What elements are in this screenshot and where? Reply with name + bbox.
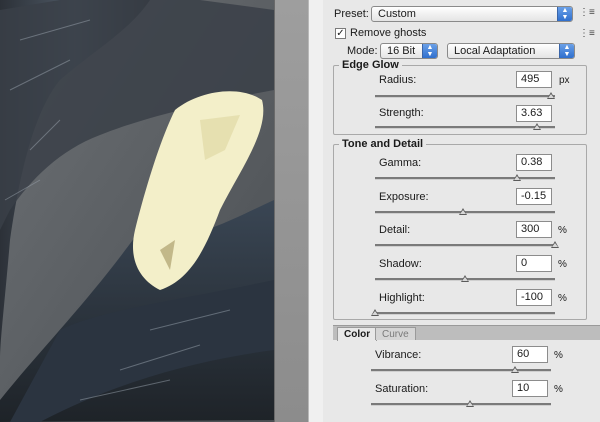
strength-input[interactable]: 3.63 [516, 105, 552, 122]
radius-slider[interactable] [375, 92, 556, 99]
exposure-input[interactable]: -0.15 [516, 188, 552, 205]
exposure-slider-thumb[interactable] [459, 208, 468, 215]
vibrance-slider[interactable] [371, 366, 551, 373]
strength-slider-thumb[interactable] [533, 123, 541, 130]
bit-depth-value: 16 Bit [387, 45, 416, 57]
options-menu-icon[interactable]: ⋮≡ [579, 28, 595, 39]
chevron-updown-icon: ▲ ▼ [422, 44, 437, 58]
remove-ghosts-label: Remove ghosts [350, 27, 427, 39]
vibrance-label: Vibrance: [375, 349, 422, 361]
method-value: Local Adaptation [454, 45, 536, 57]
exposure-label: Exposure: [379, 191, 429, 203]
saturation-slider[interactable] [371, 400, 551, 407]
radius-label: Radius: [379, 74, 417, 86]
vibrance-input[interactable]: 60 [512, 346, 548, 363]
preset-options-icon[interactable]: ⋮≡ [579, 7, 595, 18]
chevron-updown-icon: ▲ ▼ [557, 7, 572, 21]
detail-input[interactable]: 300 [516, 221, 552, 238]
hdr-options-panel: Preset: Custom ▲ ▼ ⋮≡ ✓ Remove ghosts ⋮≡ … [323, 0, 600, 422]
canvas-gutter [274, 0, 309, 422]
saturation-input[interactable]: 10 [512, 380, 548, 397]
shadow-slider[interactable] [375, 275, 555, 282]
detail-slider-thumb[interactable] [551, 241, 559, 248]
saturation-slider-thumb[interactable] [466, 400, 474, 407]
preview-photo [0, 0, 274, 422]
tab-curve[interactable]: Curve [375, 327, 416, 340]
detail-label: Detail: [379, 224, 411, 236]
detail-unit: % [558, 225, 567, 236]
shadow-label: Shadow: [379, 258, 422, 270]
bit-depth-select[interactable]: 16 Bit ▲ ▼ [380, 43, 438, 59]
tone-detail-title: Tone and Detail [339, 138, 427, 150]
highlight-slider-thumb[interactable] [371, 309, 379, 316]
mode-label: Mode: [347, 45, 378, 57]
preset-label: Preset: [334, 8, 369, 20]
highlight-input[interactable]: -100 [516, 289, 552, 306]
gamma-label: Gamma: [379, 157, 422, 169]
highlight-slider[interactable] [371, 309, 555, 316]
shadow-input[interactable]: 0 [516, 255, 552, 272]
gamma-input[interactable]: 0.38 [516, 154, 552, 171]
radius-unit: px [559, 75, 570, 86]
exposure-slider[interactable] [375, 208, 555, 215]
radius-input[interactable]: 495 [516, 71, 552, 88]
shadow-slider-thumb[interactable] [461, 275, 469, 282]
method-select[interactable]: Local Adaptation ▲ ▼ [447, 43, 575, 59]
strength-slider[interactable] [375, 123, 555, 130]
radius-slider-thumb[interactable] [547, 92, 556, 99]
vibrance-slider-thumb[interactable] [511, 366, 519, 373]
shadow-unit: % [558, 259, 567, 270]
saturation-label: Saturation: [375, 383, 429, 395]
chevron-updown-icon: ▲ ▼ [559, 44, 574, 58]
remove-ghosts-checkbox[interactable]: ✓ [335, 28, 346, 39]
highlight-label: Highlight: [379, 292, 425, 304]
detail-slider[interactable] [375, 241, 559, 248]
preset-select[interactable]: Custom ▲ ▼ [371, 6, 573, 22]
preview-scrollbar[interactable] [308, 0, 324, 422]
gamma-slider[interactable] [375, 174, 555, 181]
edge-glow-title: Edge Glow [339, 59, 402, 71]
hdr-preview-image [0, 0, 274, 422]
saturation-unit: % [554, 384, 563, 395]
tab-color[interactable]: Color [337, 327, 378, 341]
vibrance-unit: % [554, 350, 563, 361]
highlight-unit: % [558, 293, 567, 304]
gamma-slider-thumb[interactable] [513, 174, 522, 181]
strength-label: Strength: [379, 107, 424, 119]
preset-value: Custom [378, 8, 416, 20]
